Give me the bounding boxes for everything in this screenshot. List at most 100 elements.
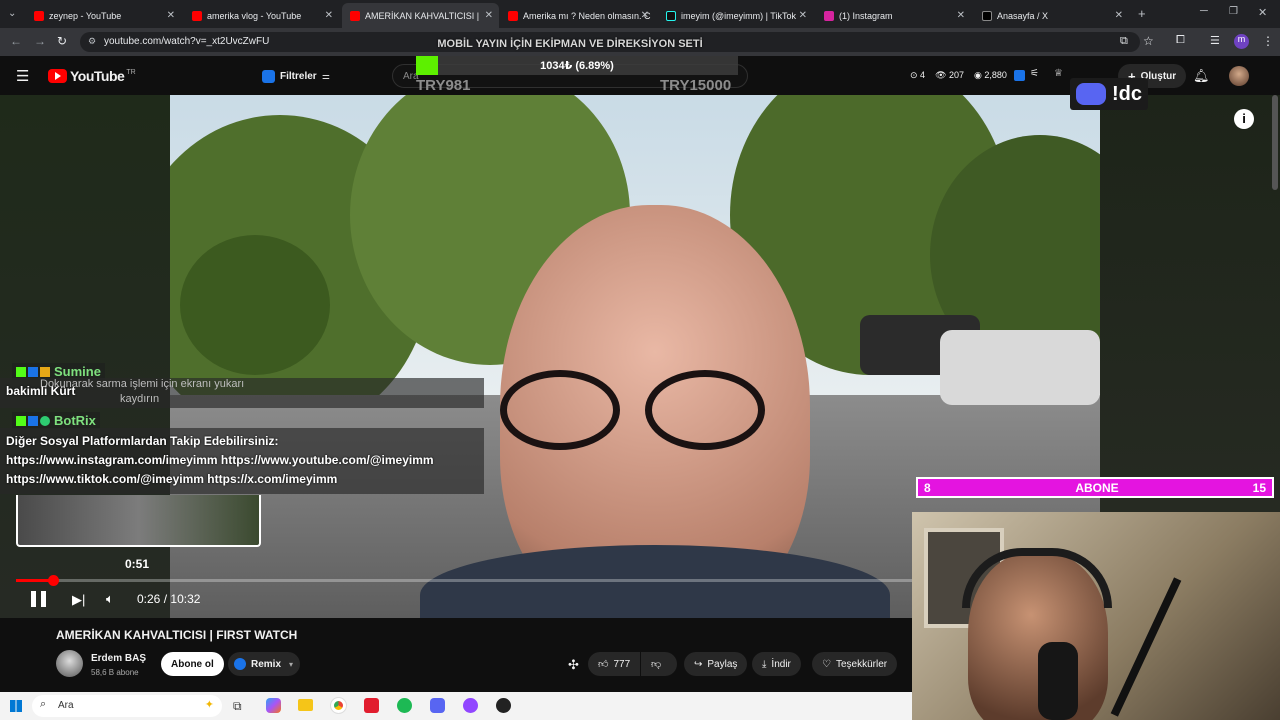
close-icon[interactable]: ✕ [485, 10, 493, 21]
thanks-label: Teşekkürler [835, 658, 888, 670]
tab-3[interactable]: Amerika mı ? Neden olmasın. C ✕ [500, 3, 655, 28]
back-icon[interactable]: ← [10, 34, 22, 48]
notifications-bell-icon[interactable]: 🔔︎ [1193, 68, 1210, 84]
glasses-right-lens [645, 370, 765, 450]
youtube-favicon-icon [508, 10, 518, 21]
chat-overlay: Sumine bakimli Kürt Dokunarak sarma işle… [0, 360, 490, 500]
close-icon[interactable]: ✕ [957, 10, 965, 21]
reload-icon[interactable]: ↻ [57, 34, 67, 48]
download-icon: ⤓ [762, 658, 767, 670]
puzzle-icon[interactable]: ✣ [568, 657, 579, 673]
tiktok-favicon-icon [666, 10, 676, 21]
filters-label: Filtreler [280, 70, 317, 82]
copilot-icon[interactable] [266, 698, 281, 713]
spotify-icon[interactable] [397, 698, 412, 713]
share-icon: ↪ [694, 658, 703, 670]
close-icon[interactable]: ✕ [799, 10, 807, 21]
more-menu-icon[interactable]: ⋮ [1262, 34, 1274, 48]
file-explorer-icon[interactable] [298, 699, 313, 711]
download-button[interactable]: ⤓ İndir [752, 652, 801, 676]
tab-title: imeyim (@imeyimm) | TikTok [681, 10, 796, 21]
tab-1[interactable]: amerika vlog - YouTube ✕ [184, 3, 339, 28]
chrome-icon[interactable] [330, 697, 347, 714]
video-side-blur-right [1100, 95, 1280, 515]
like-button[interactable]: 👍︎ 777 [588, 652, 640, 676]
share-button[interactable]: ↪ Paylaş [684, 652, 748, 676]
extension-logo-icon [262, 69, 275, 83]
task-view-icon[interactable]: ⧉ [233, 699, 242, 714]
forward-icon[interactable]: → [34, 34, 46, 48]
hamburger-menu-icon[interactable]: ☰ [16, 67, 29, 85]
discord-taskbar-icon[interactable] [430, 698, 445, 713]
verified-badge-icon [28, 366, 38, 377]
tab-search-icon[interactable]: ⌄ [8, 8, 16, 19]
install-app-icon[interactable]: ⧉ [1120, 35, 1128, 48]
close-icon[interactable]: ✕ [167, 10, 175, 21]
new-tab-button[interactable]: + [1138, 6, 1146, 21]
pause-icon[interactable] [31, 591, 46, 607]
minimize-button[interactable]: ─ [1200, 5, 1208, 17]
goal-min: TRY981 [416, 77, 471, 94]
tab-4[interactable]: imeyim (@imeyimm) | TikTok ✕ [658, 3, 813, 28]
goal-progress-track: 1034₺ (6.89%) [416, 56, 738, 75]
tab-5[interactable]: (1) Instagram ✕ [816, 3, 971, 28]
chat-user-row-2: BotRix [12, 412, 100, 429]
extension-icon[interactable] [1014, 70, 1025, 81]
remix-label: Remix [251, 658, 282, 670]
youtube-wordmark: YouTube [70, 68, 125, 84]
obs-icon[interactable] [496, 698, 511, 713]
tab-0[interactable]: zeynep - YouTube ✕ [26, 3, 181, 28]
youtube-favicon-icon [34, 10, 44, 21]
channel-avatar[interactable] [56, 650, 83, 677]
remix-button[interactable]: Remix ▾ [228, 652, 300, 676]
window-close-button[interactable]: ✕ [1258, 6, 1267, 19]
next-icon[interactable]: ▶| [72, 592, 85, 608]
url-text: youtube.com/watch?v=_xt2UvcZwFU [104, 36, 270, 47]
dislike-button[interactable]: 👎︎ [641, 652, 677, 676]
info-icon[interactable]: i [1234, 109, 1254, 129]
thanks-button[interactable]: ♡ Teşekkürler [812, 652, 898, 676]
tab-6[interactable]: Anasayfa / X ✕ [974, 3, 1129, 28]
chat-message-row-1: bakimli Kürt Dokunarak sarma işlemi için… [0, 378, 484, 408]
download-label: İndir [771, 658, 791, 670]
account-avatar[interactable] [1229, 66, 1249, 86]
youtube-favicon-icon [192, 10, 202, 21]
search-icon: ⌕ [40, 698, 47, 710]
site-info-icon[interactable]: ⚙ [88, 36, 96, 47]
tune-icon: ⚌ [321, 70, 330, 81]
stats-cluster: ⊙ 4 👁 207 ◉ 2,880 [910, 70, 1007, 81]
subscriber-goal-bar: 8 ABONE 15 [916, 477, 1274, 498]
youtube-logo[interactable]: YouTube TR [48, 68, 136, 84]
app-icon-red[interactable] [364, 698, 379, 713]
goal-max: TRY15000 [660, 77, 732, 94]
channel-name[interactable]: Erdem BAŞ [91, 653, 146, 664]
bookmark-star-icon[interactable]: ☆ [1143, 34, 1154, 48]
progress-scrubber[interactable] [47, 575, 59, 586]
windows-start-icon[interactable] [10, 700, 22, 712]
taskbar-search-input[interactable]: ⌕ Ara ✦ [32, 695, 222, 717]
maximize-button[interactable]: ❐ [1229, 6, 1238, 17]
chat-link-line: https://www.tiktok.com/@imeyimm https://… [6, 472, 338, 486]
close-icon[interactable]: ✕ [325, 10, 333, 21]
volume-icon[interactable]: 🔈︎ [106, 591, 114, 607]
profile-avatar[interactable]: m [1234, 34, 1249, 49]
region-label: TR [126, 68, 136, 76]
goal-title: MOBİL YAYIN İÇİN EKİPMAN VE DİREKSİYON S… [437, 38, 703, 50]
bot-badge-icon [40, 415, 50, 426]
close-icon[interactable]: ✕ [641, 10, 649, 21]
chevron-down-icon: ▾ [289, 659, 294, 669]
progress-track[interactable] [16, 575, 912, 586]
close-icon[interactable]: ✕ [1115, 10, 1123, 21]
trophy-icon[interactable]: ♕ [1054, 68, 1063, 79]
extensions-icon[interactable]: ⧠ [1176, 34, 1185, 47]
kick-badge-icon [16, 366, 26, 377]
share-label: Paylaş [707, 658, 738, 670]
tab-2-active[interactable]: AMERİKAN KAHVALTICISI | ✕ [342, 3, 499, 28]
filters-button[interactable]: Filtreler ⚌ [262, 66, 330, 86]
sliders-icon[interactable]: ⚟ [1030, 68, 1039, 79]
views-stat: 👁 207 [935, 70, 965, 80]
obs-like-icon[interactable] [463, 698, 478, 713]
scrollbar[interactable] [1272, 95, 1278, 190]
subscribe-button[interactable]: Abone ol [161, 652, 224, 676]
tab-search-list-icon[interactable]: ☰ [1210, 34, 1220, 47]
